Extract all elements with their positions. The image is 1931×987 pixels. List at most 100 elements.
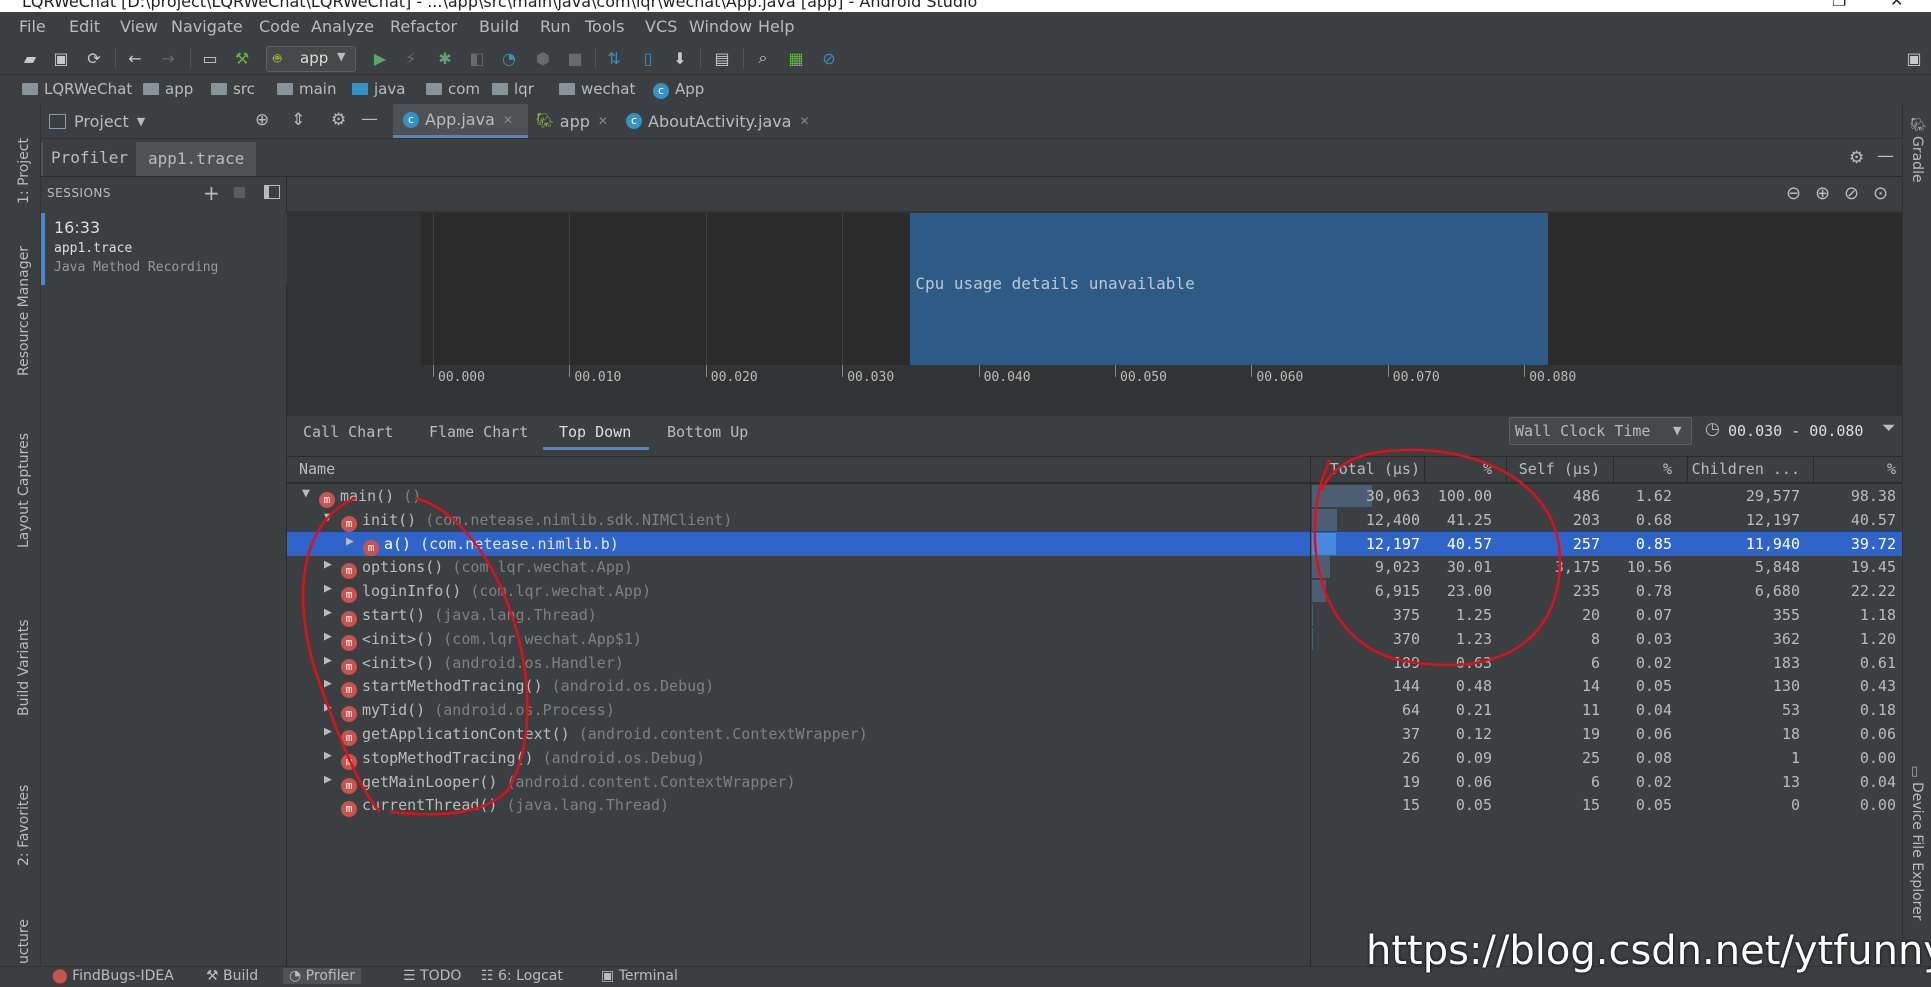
- hide-icon[interactable]: —: [1877, 146, 1894, 166]
- collapse-arrow-icon[interactable]: ▶: [324, 557, 332, 572]
- col-header[interactable]: %: [1887, 460, 1896, 478]
- no-entry-icon[interactable]: ⊘: [818, 47, 840, 69]
- tool-window-resource-manager[interactable]: Resource Manager: [16, 246, 32, 376]
- apply-changes-icon[interactable]: ⚡: [400, 47, 422, 69]
- collapse-arrow-icon[interactable]: ▶: [324, 724, 332, 739]
- table-row[interactable]: ▶ m getApplicationContext() (android.conte…: [287, 722, 1902, 746]
- profiler-tab[interactable]: Profiler: [45, 148, 134, 167]
- add-session-icon[interactable]: +: [203, 181, 220, 205]
- collapse-arrow-icon[interactable]: ▶: [324, 700, 332, 715]
- sdk-manager-icon[interactable]: ⬇: [669, 47, 691, 69]
- tool-findbugs[interactable]: ⬤ FindBugs-IDEA: [52, 968, 174, 984]
- collapse-arrow-icon[interactable]: ▶: [324, 748, 332, 763]
- table-row[interactable]: m currentThread() (java.lang.Thread) 15 0.0…: [287, 793, 1902, 818]
- menu-vcs[interactable]: VCS: [645, 17, 677, 36]
- project-view-selector[interactable]: Project ▼: [49, 104, 145, 138]
- col-name[interactable]: Name: [299, 460, 335, 478]
- tool-logcat[interactable]: ☷ 6: Logcat: [481, 968, 563, 984]
- run-config-select[interactable]: 🤖︎ app ▼: [266, 46, 356, 72]
- breadcrumb-item[interactable]: c App: [653, 80, 704, 99]
- close-icon[interactable]: ✕: [1890, 0, 1903, 10]
- tab-top-down[interactable]: Top Down: [559, 423, 631, 441]
- tool-window-device-file-explorer[interactable]: Device File Explorer: [1909, 782, 1925, 921]
- target-icon[interactable]: ⊕: [255, 110, 269, 130]
- table-row[interactable]: ▶ m myTid() (android.os.Process) 64 0.21 11 0.…: [287, 698, 1902, 723]
- gear-icon[interactable]: ⚙: [1849, 148, 1864, 168]
- tab-bottom-up[interactable]: Bottom Up: [667, 423, 748, 441]
- trace-tab[interactable]: app1.trace: [136, 142, 257, 176]
- collapse-icon[interactable]: ⇕: [291, 110, 305, 130]
- menu-refactor[interactable]: Refactor: [390, 17, 457, 36]
- tool-window-build-variants[interactable]: Build Variants: [16, 619, 32, 716]
- menu-navigate[interactable]: Navigate: [171, 17, 243, 36]
- gradle-sync-icon[interactable]: ⇅: [603, 47, 625, 69]
- stop-icon[interactable]: ■: [564, 47, 586, 69]
- close-icon[interactable]: ✕: [598, 114, 608, 128]
- table-row[interactable]: ▶ m <init>() (android.os.Handler) 189 0.63 6 0…: [287, 651, 1902, 675]
- run-icon[interactable]: ▶: [369, 47, 391, 69]
- sync-icon[interactable]: ⟳: [83, 47, 105, 69]
- col-header[interactable]: Children ...: [1692, 460, 1800, 478]
- tab-about-activity[interactable]: c AboutActivity.java ✕: [626, 104, 810, 138]
- avd-manager-icon[interactable]: ▯: [637, 47, 659, 69]
- menu-analyze[interactable]: Analyze: [311, 17, 374, 36]
- menu-help[interactable]: Help: [758, 17, 794, 36]
- forward-arrow-icon[interactable]: →: [157, 47, 179, 69]
- tab-call-chart[interactable]: Call Chart: [303, 423, 393, 441]
- hide-icon[interactable]: —: [361, 109, 378, 129]
- collapse-arrow-icon[interactable]: ▶: [324, 581, 332, 596]
- open-folder-icon[interactable]: ▰: [19, 47, 41, 69]
- restore-icon[interactable]: ❐: [1832, 0, 1846, 10]
- breadcrumb-item[interactable]: app: [143, 80, 193, 98]
- tool-profiler[interactable]: ◔ Profiler: [283, 968, 361, 984]
- table-row[interactable]: ▶ m <init>() (com.lqr.wechat.App$1) 370 1.23…: [287, 627, 1902, 651]
- tab-app-module[interactable]: 🐘︎ app ✕: [536, 104, 608, 138]
- profile-icon[interactable]: ◔: [498, 47, 520, 69]
- close-icon[interactable]: ✕: [799, 114, 809, 128]
- tool-terminal[interactable]: ▣ Terminal: [601, 968, 678, 984]
- debug-icon[interactable]: ✱: [434, 47, 456, 69]
- project-structure-icon[interactable]: ▤: [711, 47, 733, 69]
- device-icon[interactable]: ▭: [199, 47, 221, 69]
- close-icon[interactable]: ✕: [503, 113, 513, 127]
- table-row[interactable]: ▶ m startMethodTracing() (android.os.Debug…: [287, 674, 1902, 699]
- breadcrumb-item[interactable]: LQRWeChat: [22, 80, 132, 98]
- hammer-icon[interactable]: ⚒: [231, 47, 253, 69]
- menu-view[interactable]: View: [120, 17, 158, 36]
- breadcrumb-item[interactable]: lqr: [492, 80, 534, 98]
- table-row[interactable]: ▶ m stopMethodTracing() (android.os.Debug)…: [287, 746, 1902, 770]
- menu-edit[interactable]: Edit: [69, 17, 100, 36]
- tab-app-java[interactable]: c App.java ✕: [393, 104, 528, 138]
- reset-zoom-icon[interactable]: ⊘: [1844, 183, 1859, 204]
- table-row[interactable]: ▶ m start() (java.lang.Thread) 375 1.25 20 0.0…: [287, 603, 1902, 627]
- tool-build[interactable]: ⚒ Build: [206, 968, 258, 984]
- attach-debugger-icon[interactable]: ⬢: [532, 47, 554, 69]
- search-icon[interactable]: ⌕: [752, 47, 774, 69]
- menu-tools[interactable]: Tools: [585, 17, 624, 36]
- tool-window-gradle[interactable]: Gradle: [1909, 136, 1925, 183]
- menu-run[interactable]: Run: [540, 17, 571, 36]
- menu-code[interactable]: Code: [259, 17, 300, 36]
- breadcrumb-item[interactable]: java: [352, 80, 405, 98]
- collapse-arrow-icon[interactable]: ▶: [324, 629, 332, 644]
- collapse-panel-icon[interactable]: [264, 185, 280, 199]
- filter-icon[interactable]: ⏷: [1882, 418, 1896, 438]
- expand-arrow-icon[interactable]: ▼: [302, 486, 310, 501]
- user-icon[interactable]: ▣: [1903, 47, 1925, 69]
- coverage-icon[interactable]: ◧: [466, 47, 488, 69]
- timeline-selection[interactable]: Cpu usage details unavailable: [910, 213, 1549, 366]
- col-header[interactable]: %: [1663, 460, 1672, 478]
- tool-window-project[interactable]: 1: Project: [16, 138, 32, 204]
- breadcrumb-item[interactable]: com: [426, 80, 480, 98]
- collapse-arrow-icon[interactable]: ▶: [346, 534, 354, 549]
- tool-todo[interactable]: ☰ TODO: [403, 968, 461, 984]
- back-arrow-icon[interactable]: ←: [124, 47, 146, 69]
- tool-window-favorites[interactable]: 2: Favorites: [16, 785, 32, 866]
- monitor-icon[interactable]: ▦: [785, 47, 807, 69]
- col-header[interactable]: Self (μs): [1519, 460, 1600, 478]
- breadcrumb-item[interactable]: src: [211, 80, 255, 98]
- breadcrumb-item[interactable]: main: [277, 80, 336, 98]
- col-header[interactable]: Total (μs): [1330, 460, 1420, 478]
- tool-window-structure[interactable]: ucture: [16, 919, 32, 964]
- collapse-arrow-icon[interactable]: ▶: [324, 653, 332, 668]
